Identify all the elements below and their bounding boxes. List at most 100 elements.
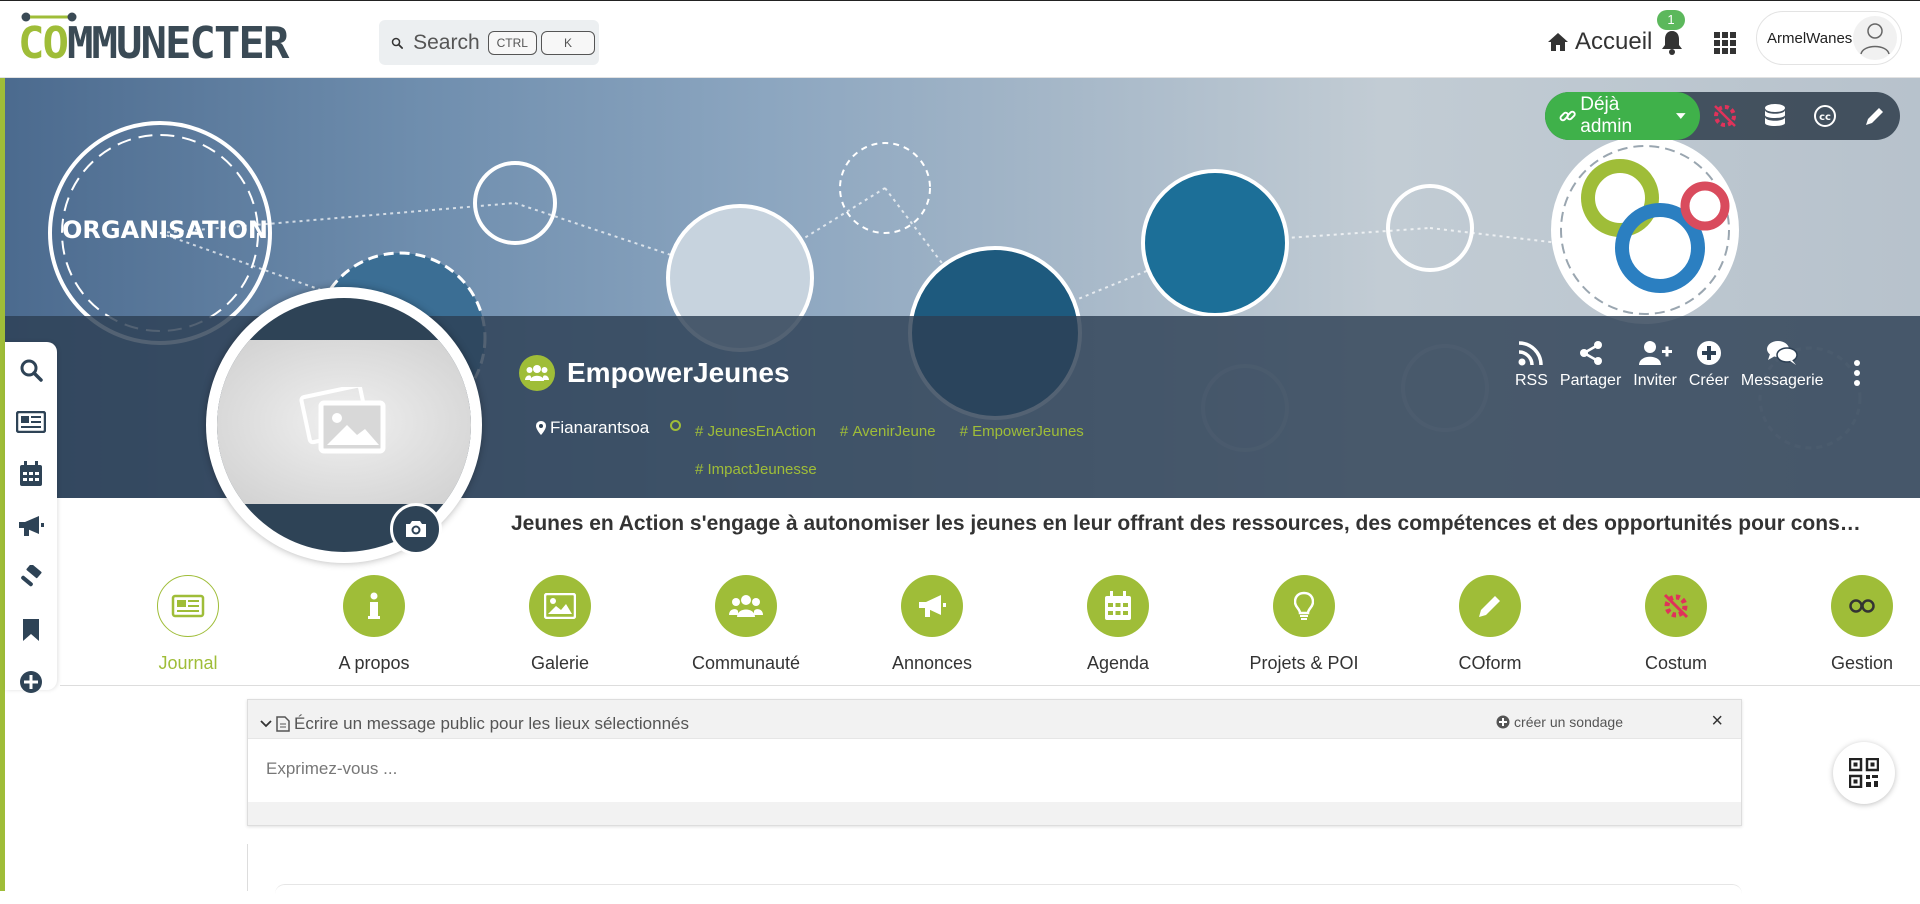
caret-down-icon: [1676, 113, 1687, 119]
tab-label: Gestion: [1830, 653, 1894, 673]
tab-journal[interactable]: Journal: [95, 575, 281, 674]
tab-projets[interactable]: Projets & POI: [1211, 575, 1397, 674]
costum-tool-button[interactable]: [1700, 103, 1750, 129]
map-marker-icon: [536, 421, 546, 435]
poll-label: créer un sondage: [1514, 714, 1623, 730]
calendar-icon: [20, 461, 42, 486]
home-link[interactable]: Accueil: [1547, 28, 1652, 56]
profile-image-placeholder[interactable]: [217, 340, 471, 504]
shortcut-k: K: [540, 30, 595, 55]
shortcut-ctrl: CTRL: [487, 30, 537, 55]
chevron-down-icon: [260, 720, 272, 728]
user-menu[interactable]: ArmelWanes: [1756, 11, 1902, 65]
composer-toggle[interactable]: Écrire un message public pour les lieux …: [260, 714, 689, 734]
search-icon: [391, 37, 403, 49]
qrcode-icon: [1849, 758, 1879, 788]
kebab-icon: [1854, 360, 1860, 386]
messaging-button[interactable]: Messagerie: [1741, 340, 1824, 390]
feed-divider: [247, 844, 248, 891]
tab-coform[interactable]: COform: [1397, 575, 1583, 674]
admin-dropdown-button[interactable]: Déjà admin: [1545, 92, 1701, 140]
notifications-button[interactable]: [1660, 29, 1684, 60]
logo-dots-icon: [21, 12, 77, 22]
plus-circle-icon: [1496, 715, 1510, 729]
communecter-logo[interactable]: COMMUNECTER: [18, 9, 289, 69]
comments-icon: [1767, 341, 1798, 365]
hashtag[interactable]: # ImpactJeunesse: [695, 461, 829, 478]
users-icon: [715, 575, 777, 637]
sidebar-tools[interactable]: [13, 560, 49, 596]
create-button[interactable]: Créer: [1689, 340, 1729, 390]
sidebar-add[interactable]: [13, 664, 49, 700]
calendar-icon: [1087, 575, 1149, 637]
admin-label: Déjà admin: [1580, 94, 1633, 137]
profile-tabs: Journal A propos Galerie Communauté Anno…: [60, 572, 1920, 686]
rss-label: RSS: [1515, 372, 1548, 389]
plus-circle-icon: [20, 671, 42, 693]
tab-galerie[interactable]: Galerie: [467, 575, 653, 674]
tab-label: Communauté: [691, 653, 801, 673]
rss-button[interactable]: RSS: [1515, 340, 1548, 390]
tab-costum[interactable]: Costum: [1583, 575, 1769, 674]
tab-label: A propos: [338, 653, 410, 673]
sidebar-agenda[interactable]: [13, 456, 49, 492]
license-tool-button[interactable]: cc: [1800, 104, 1850, 128]
sidebar-news[interactable]: [13, 404, 49, 440]
composer-placeholder: Exprimez-vous ...: [266, 759, 398, 778]
logo-prefix: CO: [18, 18, 69, 69]
costum-icon: [1645, 575, 1707, 637]
tab-a-propos[interactable]: A propos: [281, 575, 467, 674]
creative-commons-icon: cc: [1814, 105, 1837, 127]
share-button[interactable]: Partager: [1560, 340, 1621, 390]
composer-title: Écrire un message public pour les lieux …: [294, 714, 689, 733]
hashtag[interactable]: # JeunesEnAction: [695, 423, 828, 440]
newspaper-icon: [16, 411, 46, 433]
home-icon: [1548, 33, 1568, 51]
location-text: Fianarantsoa: [550, 418, 650, 437]
close-icon[interactable]: ×: [1711, 710, 1723, 733]
lightbulb-icon: [1273, 575, 1335, 637]
search-icon: [20, 359, 43, 382]
logo-suffix: MMUNECTER: [66, 18, 289, 69]
left-sidebar: [5, 342, 57, 693]
edit-tool-button[interactable]: [1850, 105, 1900, 127]
image-icon: [529, 575, 591, 637]
search-label: Search: [413, 30, 480, 54]
image-placeholder-icon: [299, 387, 386, 454]
add-user-icon: [1639, 341, 1673, 365]
search-box[interactable]: Search CTRL K: [379, 20, 599, 65]
org-name: EmpowerJeunes: [567, 357, 790, 388]
hashtag[interactable]: # EmpowerJeunes: [960, 423, 1096, 440]
database-tool-button[interactable]: [1750, 103, 1800, 129]
location: Fianarantsoa: [536, 418, 649, 438]
tab-label: Galerie: [530, 653, 590, 673]
rss-icon: [1518, 341, 1544, 366]
tab-annonces[interactable]: Annonces: [839, 575, 1025, 674]
gavel-icon: [21, 565, 42, 587]
composer-input-area[interactable]: Exprimez-vous ...: [248, 738, 1741, 802]
create-poll-button[interactable]: créer un sondage: [1496, 714, 1623, 730]
tab-label: COform: [1458, 653, 1522, 673]
apps-menu-button[interactable]: [1714, 32, 1736, 59]
tab-label: Journal: [158, 653, 218, 673]
more-options-button[interactable]: [1853, 360, 1861, 391]
database-icon: [1765, 104, 1786, 126]
tab-communaute[interactable]: Communauté: [653, 575, 839, 674]
share-label: Partager: [1559, 372, 1622, 389]
tab-label: Costum: [1644, 653, 1707, 673]
glasses-icon: [1831, 575, 1893, 637]
info-icon: [343, 575, 405, 637]
org-title: EmpowerJeunes: [519, 355, 790, 391]
banner-organisation-word: ORGANISATION: [62, 216, 268, 244]
invite-label: Inviter: [1633, 372, 1677, 389]
invite-button[interactable]: Inviter: [1633, 340, 1677, 390]
tab-gestion[interactable]: Gestion: [1769, 575, 1920, 674]
sidebar-bookmarks[interactable]: [13, 612, 49, 648]
change-photo-button[interactable]: [390, 503, 442, 555]
hashtag[interactable]: # AvenirJeune: [840, 423, 948, 440]
qr-code-button[interactable]: [1833, 742, 1895, 804]
tab-agenda[interactable]: Agenda: [1025, 575, 1211, 674]
sidebar-announcements[interactable]: [13, 508, 49, 544]
sidebar-search[interactable]: [13, 352, 49, 388]
hashtag-list: # JeunesEnAction # AvenirJeune # EmpowerJe…: [695, 413, 1095, 489]
